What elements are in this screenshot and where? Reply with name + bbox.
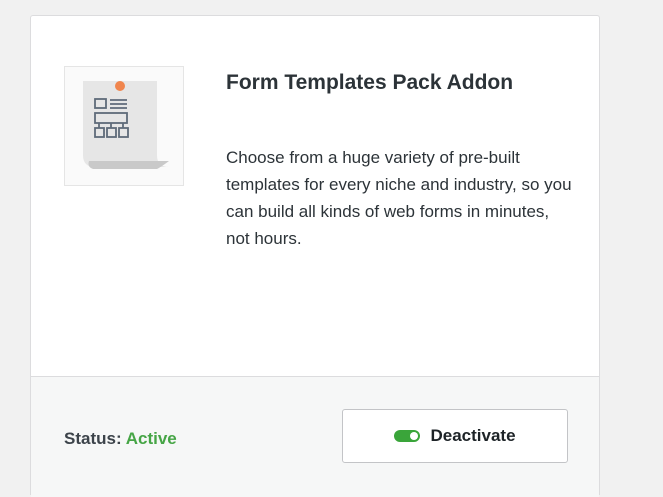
toggle-knob — [410, 432, 419, 440]
addon-card-body: Form Templates Pack Addon Choose from a … — [31, 16, 599, 376]
status-label: Status: — [64, 429, 122, 448]
deactivate-button[interactable]: Deactivate — [342, 409, 568, 463]
addon-card: Form Templates Pack Addon Choose from a … — [30, 15, 600, 497]
status-text: Status: Active — [64, 429, 177, 449]
deactivate-button-label: Deactivate — [430, 426, 516, 445]
addon-title: Form Templates Pack Addon — [226, 71, 514, 94]
addon-description: Choose from a huge variety of pre-built … — [226, 148, 572, 248]
status-value: Active — [125, 429, 177, 448]
toggle-on-icon — [394, 430, 421, 442]
addon-card-footer: Status: Active Deactivate — [31, 376, 599, 497]
form-templates-icon — [64, 66, 184, 186]
